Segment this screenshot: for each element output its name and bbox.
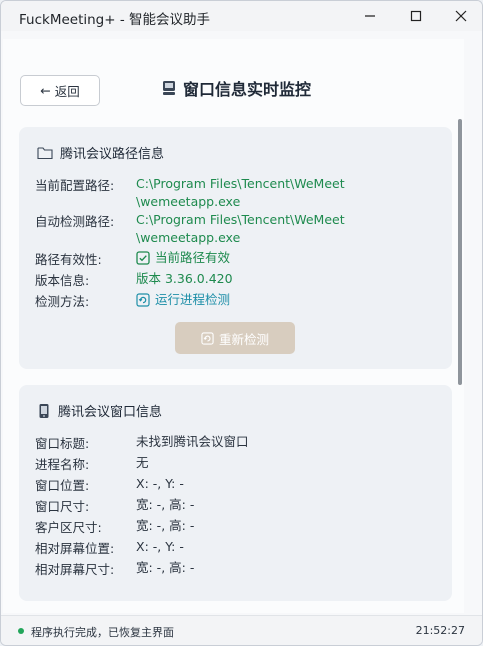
window-size-value: 宽: -, 高: - (136, 497, 195, 512)
window-title-label: 窗口标题: (35, 436, 90, 451)
current-config-value-line2: \wemeetapp.exe (136, 194, 241, 209)
back-arrow-icon: ← (40, 83, 51, 98)
status-time: 21:52:27 (415, 624, 465, 637)
path-card-title: 腾讯会议路径信息 (60, 147, 165, 162)
page-title-text: 窗口信息实时监控 (183, 80, 312, 99)
minimize-icon (365, 15, 375, 17)
current-config-label: 当前配置路径: (35, 178, 115, 193)
redetect-label: 重新检测 (218, 331, 269, 347)
screen-size-value: 宽: -, 高: - (136, 560, 195, 575)
client-size-value: 宽: -, 高: - (136, 518, 195, 533)
check-icon (136, 251, 150, 265)
refresh-icon (136, 293, 150, 307)
close-button[interactable] (438, 1, 482, 31)
method-text: 运行进程检测 (155, 292, 231, 307)
validity-value: 当前路径有效 (136, 249, 230, 267)
phone-icon (39, 403, 49, 418)
auto-detect-value-line1: C:\Program Files\Tencent\WeMeet (136, 212, 345, 227)
validity-label: 路径有效性: (35, 252, 102, 267)
status-bar: 程序执行完成，已恢复主界面 21:52:27 (1, 615, 482, 645)
validity-text: 当前路径有效 (155, 250, 231, 265)
auto-detect-value: C:\Program Files\Tencent\WeMeet \wemeeta… (136, 211, 345, 247)
screen-size-label: 相对屏幕尺寸: (35, 562, 115, 577)
refresh-icon (201, 331, 214, 345)
window-size-label: 窗口尺寸: (35, 499, 90, 514)
maximize-button[interactable] (393, 1, 439, 31)
maximize-icon (410, 10, 422, 22)
main-content[interactable]: ← 返回 窗口信息实时监控 腾讯会议路径信息 当前配置路径: C:\Progra… (3, 39, 464, 613)
title-bar[interactable]: FuckMeeting+ - 智能会议助手 (1, 1, 482, 31)
path-card-header: 腾讯会议路径信息 (37, 143, 164, 162)
folder-icon (37, 146, 53, 159)
screen-position-label: 相对屏幕位置: (35, 541, 115, 556)
client-size-label: 客户区尺寸: (35, 520, 102, 535)
window-card-header: 腾讯会议窗口信息 (37, 401, 162, 420)
window-title-value: 未找到腾讯会议窗口 (136, 434, 249, 449)
window-position-label: 窗口位置: (35, 478, 90, 493)
app-window: FuckMeeting+ - 智能会议助手 ← 返回 窗口信息实时监控 腾讯会议… (0, 0, 483, 646)
auto-detect-value-line2: \wemeetapp.exe (136, 230, 241, 245)
window-position-value: X: -, Y: - (136, 476, 184, 491)
back-button[interactable]: ← 返回 (20, 75, 100, 106)
vertical-scrollbar[interactable] (458, 119, 462, 385)
screen-position-value: X: -, Y: - (136, 539, 184, 554)
close-icon (455, 10, 467, 22)
current-config-value: C:\Program Files\Tencent\WeMeet \wemeeta… (136, 175, 345, 211)
back-button-label: 返回 (54, 84, 80, 99)
page-title: 窗口信息实时监控 (161, 76, 311, 100)
minimize-button[interactable] (347, 1, 393, 31)
method-label: 检测方法: (35, 294, 90, 309)
path-info-card: 腾讯会议路径信息 当前配置路径: C:\Program Files\Tencen… (19, 127, 452, 369)
process-name-value: 无 (136, 455, 149, 470)
window-card-title: 腾讯会议窗口信息 (58, 405, 163, 420)
process-name-label: 进程名称: (35, 457, 90, 472)
status-dot-icon (18, 628, 24, 634)
monitor-icon (163, 81, 175, 95)
current-config-value-line1: C:\Program Files\Tencent\WeMeet (136, 176, 345, 191)
version-value: 版本 3.36.0.420 (136, 271, 233, 286)
window-title: FuckMeeting+ - 智能会议助手 (19, 12, 211, 28)
auto-detect-label: 自动检测路径: (35, 214, 115, 229)
window-info-card: 腾讯会议窗口信息 窗口标题: 未找到腾讯会议窗口 进程名称: 无 窗口位置: X… (19, 385, 452, 601)
status-text: 程序执行完成，已恢复主界面 (31, 626, 174, 639)
version-label: 版本信息: (35, 273, 90, 288)
method-value: 运行进程检测 (136, 291, 230, 309)
redetect-button[interactable]: 重新检测 (175, 322, 295, 354)
